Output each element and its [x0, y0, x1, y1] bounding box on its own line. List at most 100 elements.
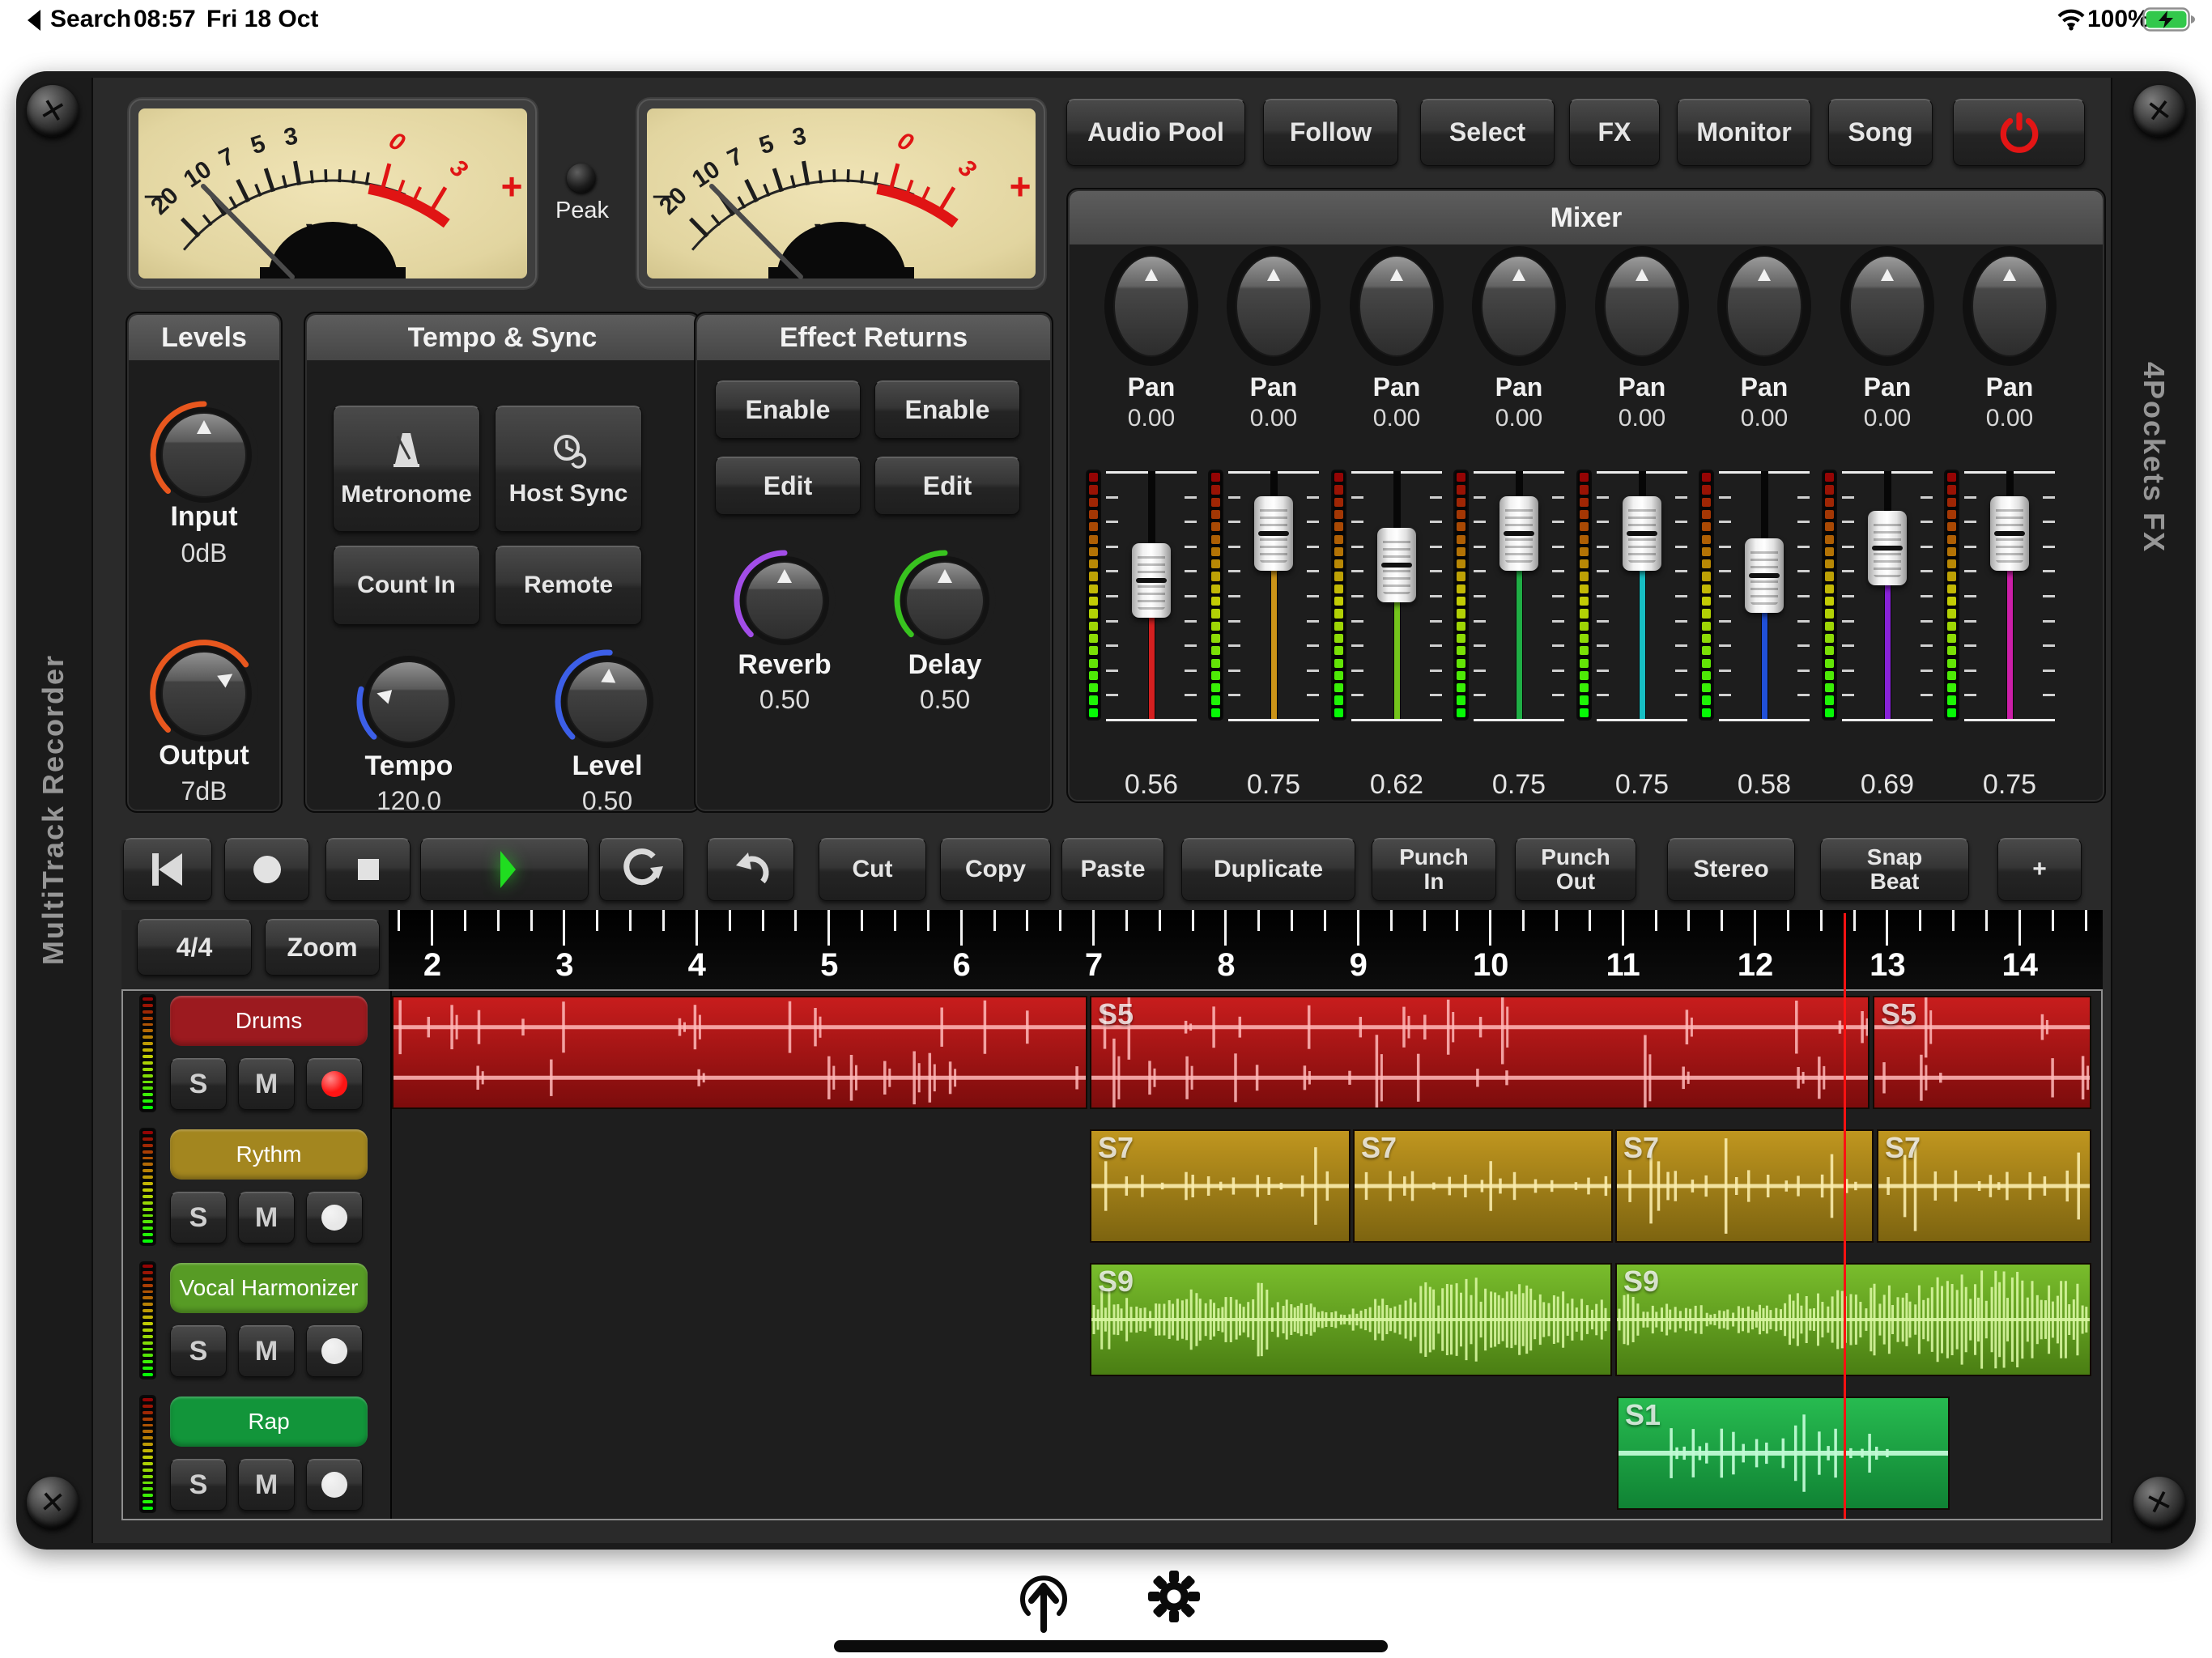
home-indicator[interactable] [834, 1640, 1388, 1652]
mute-button-drums[interactable]: M [238, 1058, 295, 1110]
reverb-edit-button[interactable]: Edit [715, 457, 861, 515]
reverb-enable-button[interactable]: Enable [715, 380, 861, 439]
fader-scale-tick [1106, 546, 1118, 548]
record-arm-button-drums[interactable] [306, 1058, 363, 1110]
fader-cap-ch2[interactable] [1254, 496, 1293, 571]
fader-scale-tick [1797, 694, 1810, 696]
status-back-label[interactable]: Search [50, 6, 131, 33]
power-button[interactable] [1953, 99, 2085, 166]
ruler-tick [927, 910, 929, 931]
edit-button-copy[interactable]: Copy [940, 838, 1051, 901]
pan-knob-ch2[interactable] [1223, 243, 1324, 369]
fader-cap-ch7[interactable] [1868, 511, 1907, 585]
playhead[interactable] [1844, 913, 1846, 1519]
mute-button-rythm[interactable]: M [238, 1192, 295, 1244]
clip-rythm-1[interactable]: S7 [1090, 1129, 1351, 1243]
clip-drums-3[interactable]: S5 [1873, 996, 2091, 1109]
delay-enable-button[interactable]: Enable [874, 380, 1020, 439]
clip-label: S5 [1098, 997, 1134, 1031]
delay-edit-button[interactable]: Edit [874, 457, 1020, 515]
fader-scale-tick [1719, 521, 1731, 523]
top-button-fx[interactable]: FX [1569, 99, 1660, 166]
solo-button-vocal-harmonizer[interactable]: S [170, 1325, 227, 1377]
ruler-tick [1423, 910, 1426, 931]
settings-gear-button[interactable] [1147, 1570, 1201, 1627]
solo-button-rythm[interactable]: S [170, 1192, 227, 1244]
output-level-knob[interactable] [147, 636, 262, 755]
metronome-level-knob[interactable] [551, 646, 663, 762]
top-button-follow[interactable]: Follow [1263, 99, 1398, 166]
pan-knob-ch6[interactable] [1714, 243, 1814, 369]
back-chevron-icon[interactable] [24, 8, 42, 36]
rewind-button[interactable] [123, 838, 212, 901]
top-button-song[interactable]: Song [1828, 99, 1933, 166]
pan-value: 0.00 [1348, 405, 1445, 432]
top-button-monitor[interactable]: Monitor [1677, 99, 1811, 166]
edit-button-snap-beat[interactable]: Snap Beat [1820, 838, 1969, 901]
fader-cap-ch4[interactable] [1499, 496, 1538, 571]
share-button[interactable] [1015, 1565, 1072, 1639]
pan-knob-ch3[interactable] [1346, 243, 1447, 369]
clip-drums-1[interactable] [392, 996, 1087, 1109]
zoom-button[interactable]: Zoom [265, 919, 380, 976]
clip-rythm-3[interactable]: S7 [1615, 1129, 1874, 1243]
clip-vocal-harmonizer-1[interactable]: S9 [1090, 1263, 1612, 1376]
tempo-button-metronome[interactable]: Metronome [333, 406, 480, 532]
time-signature-button[interactable]: 4/4 [137, 919, 252, 976]
clip-vocal-harmonizer-2[interactable]: S9 [1615, 1263, 2091, 1376]
edit-button--[interactable]: + [1997, 838, 2082, 901]
undo-button[interactable] [707, 838, 794, 901]
track-label-rap[interactable]: Rap [170, 1397, 368, 1447]
delay-return-knob[interactable] [891, 546, 999, 659]
edit-button-paste[interactable]: Paste [1061, 838, 1164, 901]
mute-button-vocal-harmonizer[interactable]: M [238, 1325, 295, 1377]
edit-button-cut[interactable]: Cut [819, 838, 926, 901]
fader-scale-tick [1921, 644, 1933, 647]
pan-knob-ch5[interactable] [1592, 243, 1692, 369]
edit-button-punch-out[interactable]: Punch Out [1515, 838, 1636, 901]
fader-scale-tick [1474, 694, 1486, 696]
stop-button[interactable] [325, 838, 410, 901]
loop-button[interactable] [599, 838, 684, 901]
pan-knob-ch1[interactable] [1101, 243, 1202, 369]
edit-button-stereo[interactable]: Stereo [1667, 838, 1795, 901]
pan-knob-ch8[interactable] [1959, 243, 2060, 369]
record-arm-button-vocal-harmonizer[interactable] [306, 1325, 363, 1377]
edit-button-duplicate[interactable]: Duplicate [1181, 838, 1355, 901]
track-label-rythm[interactable]: Rythm [170, 1129, 368, 1180]
reverb-return-knob[interactable] [730, 546, 839, 659]
vu-meter-left: 201075303VU–+ [125, 96, 540, 295]
fader-scale-tick [1106, 620, 1118, 623]
track-label-drums[interactable]: Drums [170, 996, 368, 1046]
fader-cap-ch3[interactable] [1377, 528, 1416, 602]
fader-cap-ch5[interactable] [1623, 496, 1661, 571]
tempo-knob[interactable] [353, 646, 465, 762]
solo-button-drums[interactable]: S [170, 1058, 227, 1110]
fader-scale-tick [1719, 546, 1731, 548]
fader-cap-ch6[interactable] [1745, 538, 1784, 613]
tempo-button-remote[interactable]: Remote [495, 546, 642, 625]
clip-rap-1[interactable]: S1 [1617, 1397, 1950, 1510]
play-button[interactable] [420, 838, 589, 901]
clip-drums-2[interactable]: S5 [1090, 996, 1870, 1109]
tempo-button-count-in[interactable]: Count In [333, 546, 480, 625]
record-button[interactable] [224, 838, 309, 901]
track-label-vocal-harmonizer[interactable]: Vocal Harmonizer [170, 1263, 368, 1313]
mute-button-rap[interactable]: M [238, 1459, 295, 1511]
record-arm-button-rythm[interactable] [306, 1192, 363, 1244]
fader-cap-ch8[interactable] [1990, 496, 2029, 571]
top-button-audio-pool[interactable]: Audio Pool [1066, 99, 1245, 166]
edit-button-punch-in[interactable]: Punch In [1372, 838, 1496, 901]
fader-cap-ch1[interactable] [1132, 543, 1171, 618]
record-arm-button-rap[interactable] [306, 1459, 363, 1511]
solo-button-rap[interactable]: S [170, 1459, 227, 1511]
pan-knob-ch7[interactable] [1837, 243, 1938, 369]
clip-rythm-4[interactable]: S7 [1877, 1129, 2091, 1243]
fader-scale-tick [1921, 620, 1933, 623]
pan-knob-ch4[interactable] [1469, 243, 1569, 369]
ruler-tick [1555, 910, 1558, 931]
input-level-knob[interactable] [147, 397, 262, 517]
top-button-select[interactable]: Select [1420, 99, 1555, 166]
clip-rythm-2[interactable]: S7 [1353, 1129, 1613, 1243]
tempo-button-host-sync[interactable]: Host Sync [495, 406, 642, 532]
